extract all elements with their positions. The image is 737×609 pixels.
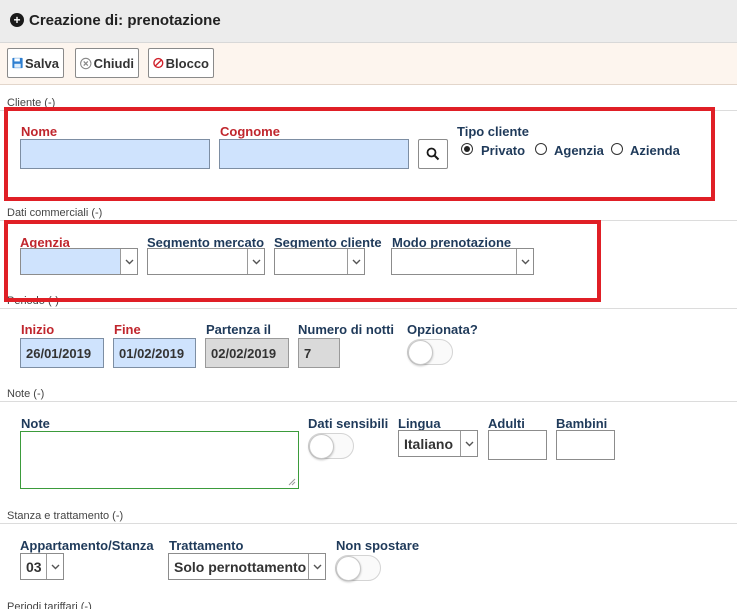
section-title-note: Note (-) [7, 388, 45, 400]
resize-handle-icon[interactable] [287, 477, 296, 486]
fine-date-input[interactable]: 01/02/2019 [113, 338, 196, 368]
section-divider [0, 523, 737, 524]
inizio-label: Inizio [21, 322, 55, 337]
section-divider [0, 401, 737, 402]
chevron-down-icon [460, 431, 477, 456]
section-title-stanza: Stanza e trattamento (-) [7, 510, 124, 522]
dati-sensibili-label: Dati sensibili [308, 416, 389, 431]
lingua-select[interactable]: Italiano [398, 430, 478, 457]
partenza-date-input: 02/02/2019 [205, 338, 289, 368]
note-label: Note [21, 416, 50, 431]
bambini-label: Bambini [556, 416, 608, 431]
title-bar: + Creazione di: prenotazione [0, 0, 737, 43]
page-title: Creazione di: prenotazione [29, 12, 221, 29]
non-spostare-toggle[interactable] [335, 555, 381, 581]
numero-notti-input: 7 [298, 338, 340, 368]
numero-notti-label: Numero di notti [298, 322, 395, 337]
toggle-knob [309, 434, 334, 459]
note-textarea[interactable] [20, 431, 299, 489]
floppy-disk-icon [12, 57, 23, 69]
opzionata-toggle[interactable] [407, 339, 453, 365]
highlight-box-cliente [4, 107, 715, 201]
close-button[interactable]: Chiudi [75, 48, 139, 78]
lingua-label: Lingua [398, 416, 441, 431]
adulti-label: Adulti [488, 416, 525, 431]
non-spostare-label: Non spostare [336, 538, 420, 553]
appartamento-select[interactable]: 03 [20, 553, 64, 580]
highlight-box-dati-commerciali [4, 220, 601, 302]
save-button-label: Salva [25, 55, 59, 71]
opzionata-label: Opzionata? [407, 322, 478, 337]
inizio-date-input[interactable]: 26/01/2019 [20, 338, 104, 368]
chevron-down-icon [46, 554, 63, 579]
appartamento-select-value: 03 [26, 558, 42, 575]
ban-icon [153, 57, 164, 69]
toggle-knob [408, 340, 433, 365]
section-title-periodi-tariffari: Periodi tariffari (-) [7, 601, 92, 609]
trattamento-select[interactable]: Solo pernottamento [168, 553, 326, 580]
block-button-label: Blocco [165, 55, 209, 71]
close-button-label: Chiudi [93, 55, 134, 71]
section-title-dati-commerciali: Dati commerciali (-) [7, 207, 103, 219]
adulti-input[interactable] [488, 430, 547, 460]
appartamento-label: Appartamento/Stanza [20, 538, 154, 553]
toggle-knob [336, 556, 361, 581]
dati-sensibili-toggle[interactable] [308, 433, 354, 459]
plus-circle-icon: + [10, 13, 24, 27]
chevron-down-icon [308, 554, 325, 579]
partenza-label: Partenza il [206, 322, 272, 337]
trattamento-select-value: Solo pernottamento [174, 558, 307, 575]
fine-label: Fine [114, 322, 141, 337]
save-button[interactable]: Salva [7, 48, 64, 78]
block-button[interactable]: Blocco [148, 48, 214, 78]
close-circle-icon [80, 57, 92, 69]
trattamento-label: Trattamento [169, 538, 244, 553]
toolbar: Salva Chiudi Blocco [0, 43, 737, 85]
section-divider [0, 308, 737, 309]
bambini-input[interactable] [556, 430, 615, 460]
lingua-select-value: Italiano [404, 435, 454, 452]
